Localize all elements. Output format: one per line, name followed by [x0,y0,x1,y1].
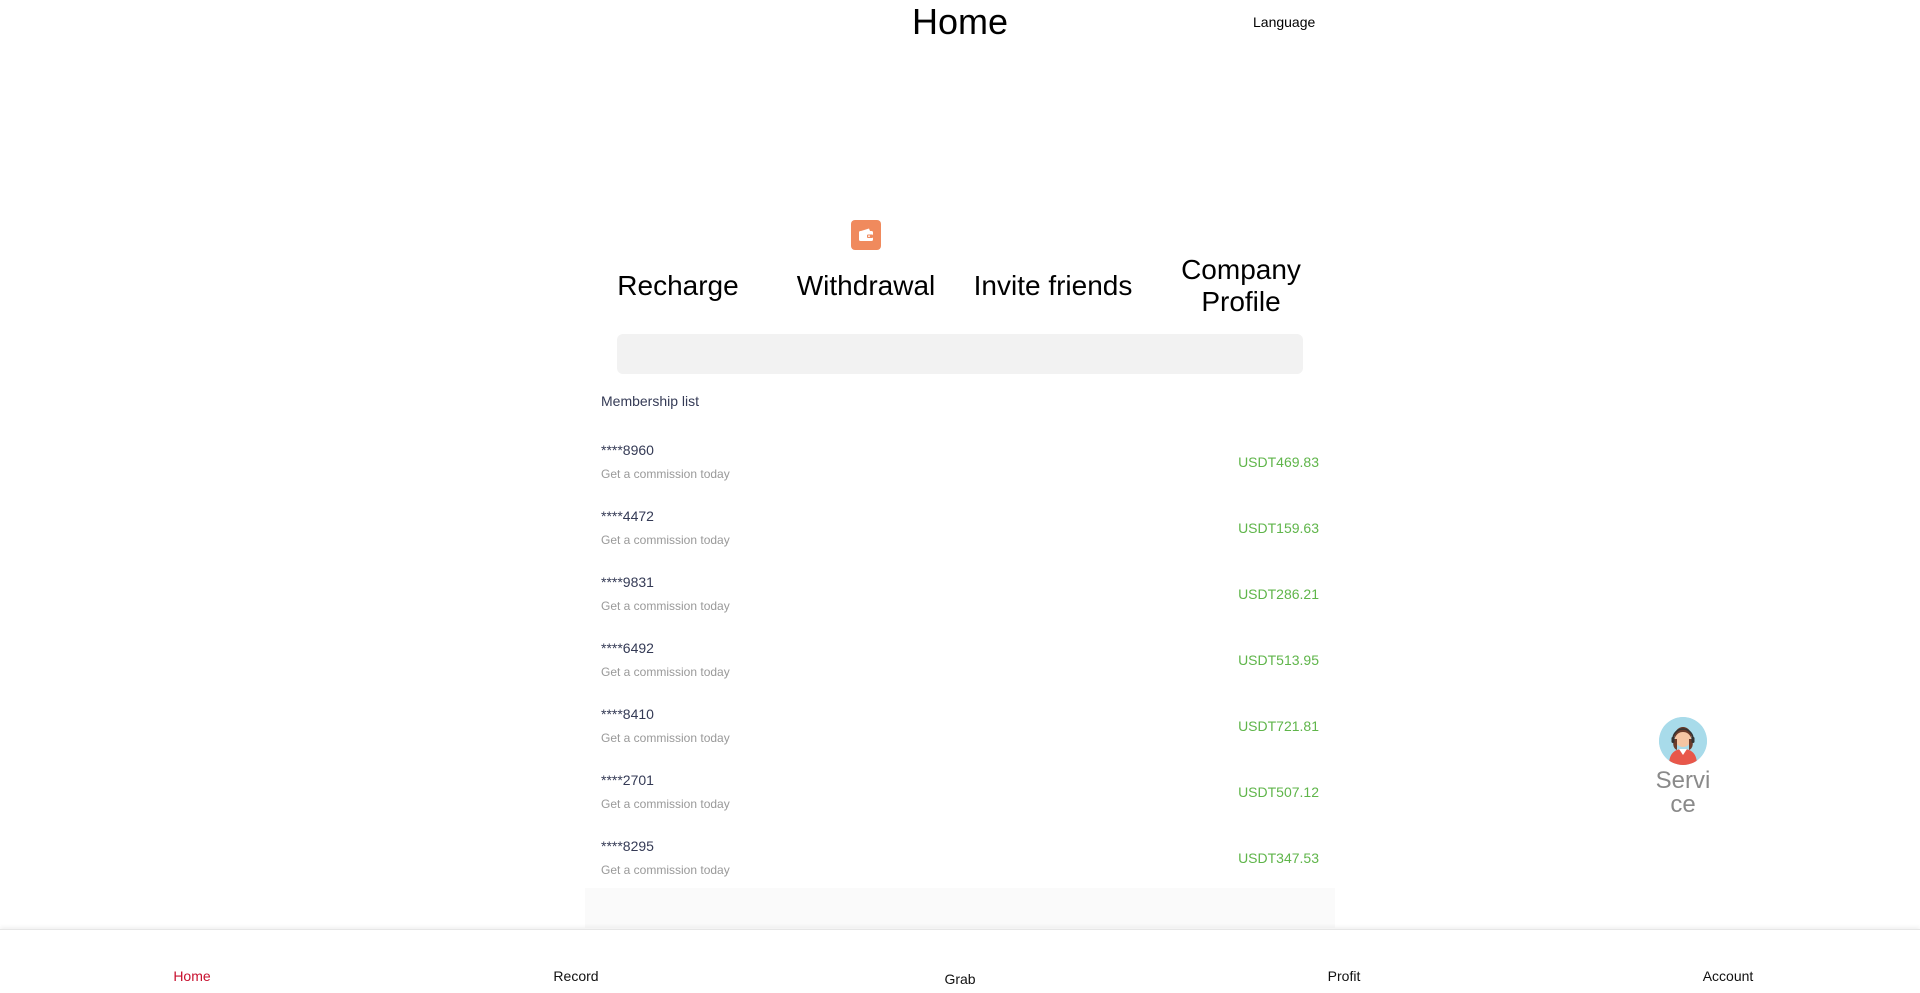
page-title: Home [911,1,1009,42]
member-description: Get a commission today [601,731,730,745]
customer-service-label: Service [1655,767,1711,818]
customer-service-button[interactable]: Service [1648,717,1718,817]
member-amount: USDT721.81 [1238,718,1319,734]
tab-home[interactable]: Home [173,968,210,984]
membership-list-title: Membership list [601,393,700,409]
member-description: Get a commission today [601,599,730,613]
member-amount: USDT507.12 [1238,784,1319,800]
member-id: ****2701 [601,772,654,788]
member-amount: USDT347.53 [1238,850,1319,866]
member-amount: USDT159.63 [1238,520,1319,536]
member-id: ****6492 [601,640,654,656]
member-id: ****8410 [601,706,654,722]
tab-record[interactable]: Record [553,968,598,984]
member-description: Get a commission today [601,533,730,547]
list-item: ****8410 Get a commission today USDT721.… [585,698,1335,764]
notice-bar [617,334,1303,374]
wallet-icon[interactable] [851,220,881,250]
member-description: Get a commission today [601,797,730,811]
tab-grab[interactable]: Grab [944,971,975,987]
member-description: Get a commission today [601,467,730,481]
list-item: ****2701 Get a commission today USDT507.… [585,764,1335,830]
list-item: ****4472 Get a commission today USDT159.… [585,500,1335,566]
member-id: ****9831 [601,574,654,590]
list-item: ****8960 Get a commission today USDT469.… [585,434,1335,500]
home-page: Home Language Recharge Withdrawal Invite… [0,0,1920,993]
member-amount: USDT469.83 [1238,454,1319,470]
member-description: Get a commission today [601,863,730,877]
member-amount: USDT286.21 [1238,586,1319,602]
member-amount: USDT513.95 [1238,652,1319,668]
withdrawal-button[interactable]: Withdrawal [776,254,956,318]
language-button[interactable]: Language [1253,14,1315,30]
member-id: ****8295 [601,838,654,854]
tab-profit[interactable]: Profit [1328,968,1361,984]
list-footer [585,888,1335,928]
list-item: ****9831 Get a commission today USDT286.… [585,566,1335,632]
company-profile-button[interactable]: Company Profile [1151,254,1331,318]
customer-service-avatar-icon [1659,717,1707,765]
list-item: ****8295 Get a commission today USDT347.… [585,830,1335,896]
recharge-button[interactable]: Recharge [588,254,768,318]
tab-account[interactable]: Account [1703,968,1754,984]
member-id: ****8960 [601,442,654,458]
member-id: ****4472 [601,508,654,524]
member-description: Get a commission today [601,665,730,679]
invite-friends-button[interactable]: Invite friends [963,254,1143,318]
list-item: ****6492 Get a commission today USDT513.… [585,632,1335,698]
bottom-tab-bar: Home Record Grab Profit Account [0,929,1920,993]
